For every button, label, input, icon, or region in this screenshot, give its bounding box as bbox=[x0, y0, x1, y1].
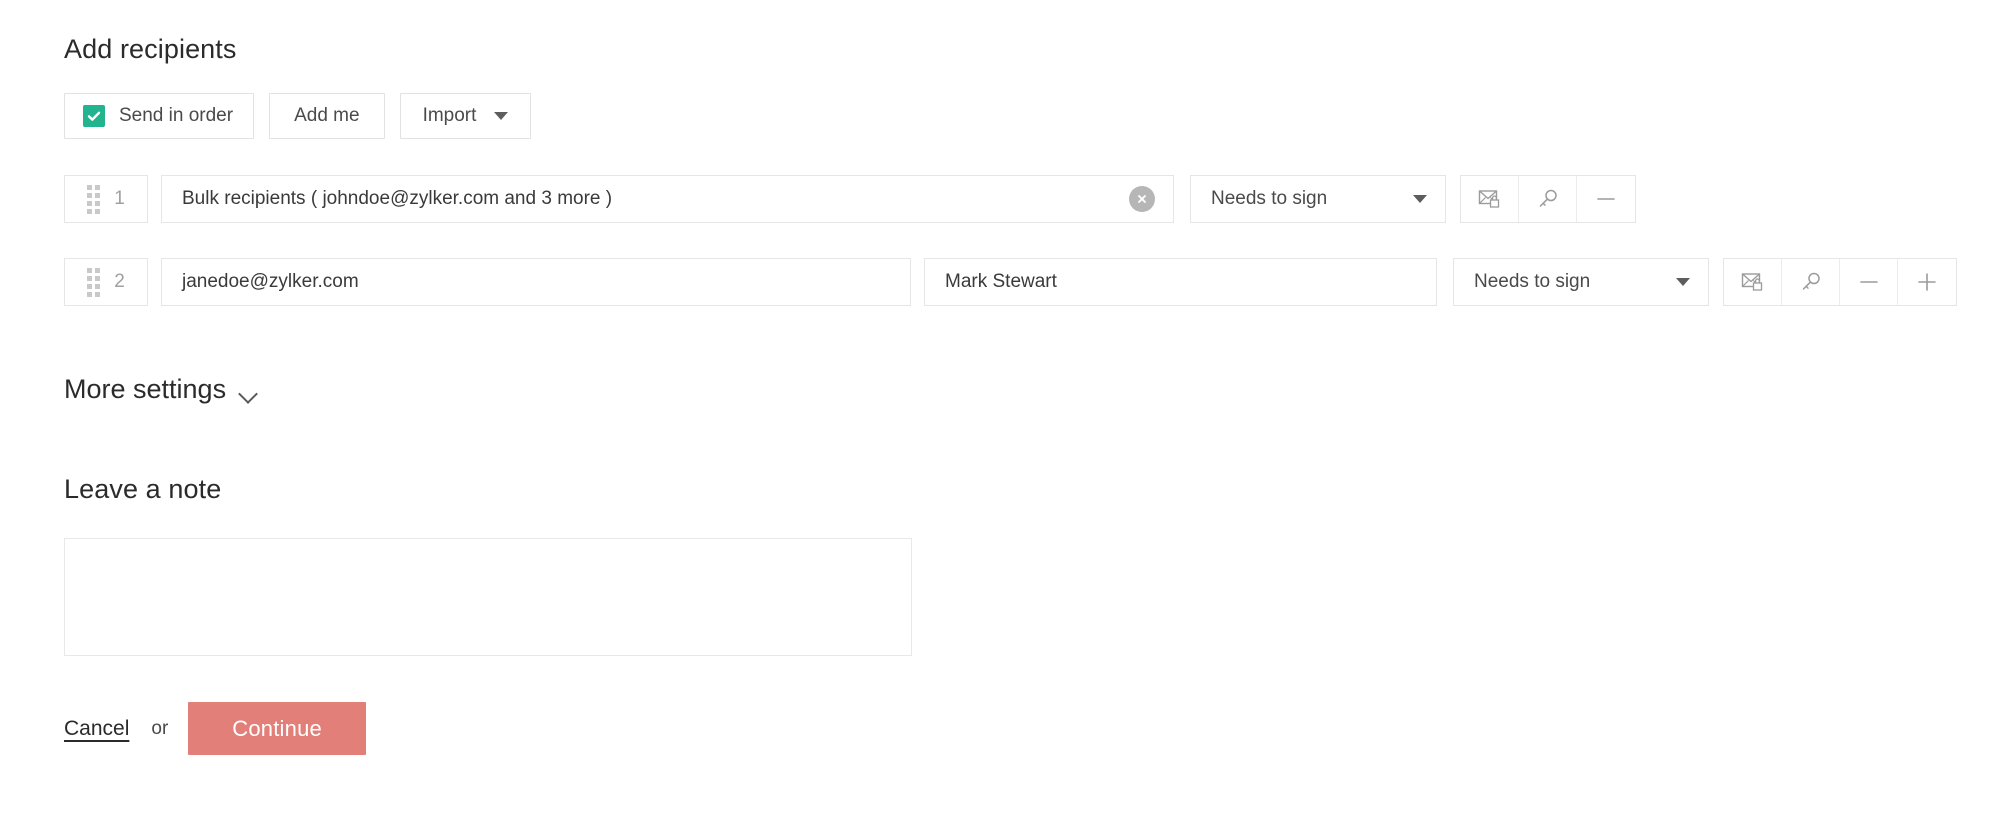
import-label: Import bbox=[422, 105, 477, 126]
leave-a-note-title: Leave a note bbox=[64, 474, 222, 504]
note-textarea[interactable] bbox=[64, 538, 912, 656]
form-footer: Cancel or Continue bbox=[64, 702, 366, 755]
recipient-email-value-2: janedoe@zylker.com bbox=[182, 271, 359, 292]
send-in-order-button[interactable]: Send in order bbox=[64, 93, 255, 139]
add-me-button[interactable]: Add me bbox=[269, 93, 385, 139]
recipient-name-value-2: Mark Stewart bbox=[945, 271, 1057, 292]
drag-dots-icon bbox=[87, 267, 101, 297]
recipient-role-value-2: Needs to sign bbox=[1474, 271, 1591, 292]
caret-down-icon bbox=[494, 112, 509, 120]
table-row: 1 Bulk recipients ( johndoe@zylker.com a… bbox=[64, 175, 1636, 223]
add-me-label: Add me bbox=[294, 105, 360, 126]
continue-button[interactable]: Continue bbox=[188, 702, 366, 755]
caret-down-icon bbox=[1413, 195, 1427, 203]
recipient-email-input-1[interactable]: Bulk recipients ( johndoe@zylker.com and… bbox=[161, 175, 1174, 223]
recipient-role-select-2[interactable]: Needs to sign bbox=[1453, 258, 1709, 306]
recipient-role-value-1: Needs to sign bbox=[1211, 188, 1328, 209]
row-number: 2 bbox=[114, 271, 125, 292]
recipient-role-select-1[interactable]: Needs to sign bbox=[1190, 175, 1446, 223]
row-actions-1 bbox=[1460, 175, 1636, 223]
table-row: 2 janedoe@zylker.com Mark Stewart Needs … bbox=[64, 258, 1957, 306]
access-code-icon[interactable] bbox=[1782, 259, 1840, 305]
drag-handle-row-2[interactable]: 2 bbox=[64, 258, 148, 306]
recipient-email-value-1: Bulk recipients ( johndoe@zylker.com and… bbox=[182, 188, 613, 209]
caret-down-icon bbox=[1676, 278, 1690, 286]
more-settings-toggle[interactable]: More settings bbox=[64, 374, 260, 405]
chevron-down-icon bbox=[240, 387, 260, 398]
send-in-order-label: Send in order bbox=[119, 105, 234, 126]
import-button[interactable]: Import bbox=[399, 93, 532, 139]
private-message-icon[interactable] bbox=[1461, 176, 1519, 222]
send-in-order-checkbox-icon[interactable] bbox=[83, 105, 105, 127]
private-message-icon[interactable] bbox=[1724, 259, 1782, 305]
more-settings-label: More settings bbox=[64, 374, 227, 404]
access-code-icon[interactable] bbox=[1519, 176, 1577, 222]
add-recipients-page: Add recipients Send in order Add me Impo… bbox=[0, 0, 2000, 813]
drag-dots-icon bbox=[87, 184, 101, 214]
add-row-icon[interactable] bbox=[1898, 259, 1956, 305]
row-actions-2 bbox=[1723, 258, 1957, 306]
clear-recipient-icon[interactable] bbox=[1129, 186, 1155, 212]
remove-row-icon[interactable] bbox=[1840, 259, 1898, 305]
cancel-button[interactable]: Cancel bbox=[64, 717, 129, 741]
recipient-name-input-2[interactable]: Mark Stewart bbox=[924, 258, 1437, 306]
row-number: 1 bbox=[114, 188, 125, 209]
add-recipients-title: Add recipients bbox=[64, 34, 237, 64]
recipients-toolbar: Send in order Add me Import bbox=[64, 93, 532, 139]
drag-handle-row-1[interactable]: 1 bbox=[64, 175, 148, 223]
recipient-email-input-2[interactable]: janedoe@zylker.com bbox=[161, 258, 911, 306]
remove-row-icon[interactable] bbox=[1577, 176, 1635, 222]
footer-or-label: or bbox=[151, 717, 169, 739]
